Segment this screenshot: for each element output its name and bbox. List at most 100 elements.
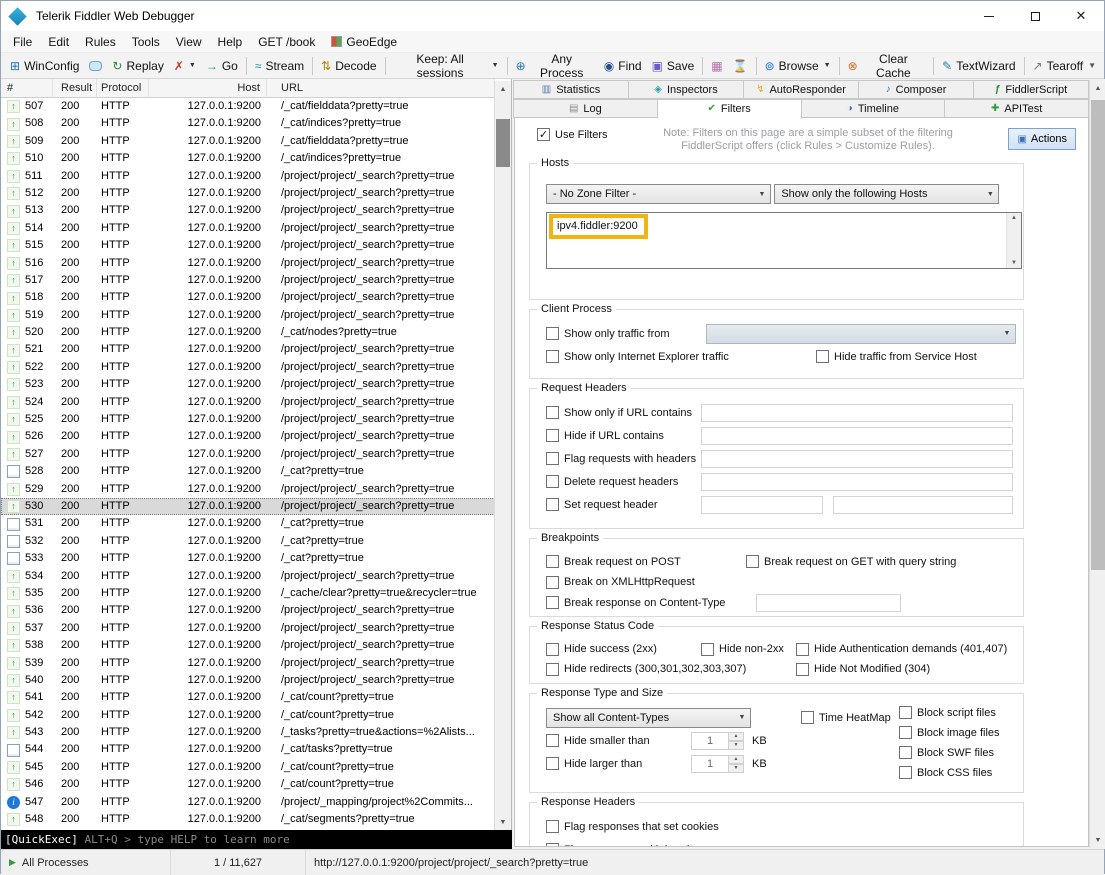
session-row-507[interactable]: ↑507200HTTP127.0.0.1:9200/_cat/fielddata… [1, 98, 495, 115]
session-row-547[interactable]: i547200HTTP127.0.0.1:9200/project/_mappi… [1, 794, 495, 811]
session-row-538[interactable]: ↑538200HTTP127.0.0.1:9200/project/projec… [1, 637, 495, 654]
break-request-post-checkbox[interactable]: Break request on POST [546, 555, 746, 568]
content-type-dropdown[interactable]: Show all Content-Types ▼ [546, 708, 751, 728]
tab-timeline[interactable]: ◑ Timeline [801, 99, 946, 118]
hide-smaller-input[interactable] [691, 732, 729, 750]
tab-statistics[interactable]: ▥ Statistics [513, 80, 629, 99]
break-response-content-type-checkbox[interactable]: Break response on Content-Type [546, 596, 756, 609]
find-button[interactable]: ◉ Find [599, 55, 647, 77]
session-row-521[interactable]: ↑521200HTTP127.0.0.1:9200/project/projec… [1, 341, 495, 358]
block-swf-files-checkbox[interactable]: Block SWF files [899, 746, 1000, 759]
quickexec-bar[interactable]: [QuickExec] ALT+Q > type HELP to learn m… [1, 830, 512, 849]
spin-down-icon[interactable]: ▼ [729, 741, 744, 750]
flag-requests-headers-input[interactable] [701, 450, 1013, 468]
time-heatmap-checkbox[interactable]: Time HeatMap [801, 711, 891, 724]
session-row-534[interactable]: ↑534200HTTP127.0.0.1:9200/project/projec… [1, 568, 495, 585]
session-row-509[interactable]: ↑509200HTTP127.0.0.1:9200/_cat/fielddata… [1, 133, 495, 150]
block-css-files-checkbox[interactable]: Block CSS files [899, 766, 1000, 779]
session-row-531[interactable]: 531200HTTP127.0.0.1:9200/_cat?pretty=tru… [1, 515, 495, 532]
timer-button[interactable]: ⌛ [728, 55, 753, 77]
session-row-523[interactable]: ↑523200HTTP127.0.0.1:9200/project/projec… [1, 376, 495, 393]
scroll-down-icon[interactable]: ▼ [495, 814, 511, 830]
show-only-url-contains-input[interactable] [701, 404, 1013, 422]
set-request-header-name-input[interactable] [701, 496, 823, 514]
column-header-host[interactable]: Host [149, 79, 267, 98]
session-row-524[interactable]: ↑524200HTTP127.0.0.1:9200/project/projec… [1, 394, 495, 411]
process-dropdown[interactable]: ▼ [706, 324, 1016, 344]
set-request-header-value-input[interactable] [833, 496, 1013, 514]
use-filters-checkbox[interactable]: Use Filters [537, 128, 608, 141]
scrollbar-thumb[interactable] [496, 119, 510, 167]
scrollbar-thumb[interactable] [1091, 100, 1105, 570]
session-row-520[interactable]: ↑520200HTTP127.0.0.1:9200/_cat/nodes?pre… [1, 324, 495, 341]
session-row-517[interactable]: ↑517200HTTP127.0.0.1:9200/project/projec… [1, 272, 495, 289]
title-bar[interactable]: Telerik Fiddler Web Debugger ✕ [1, 1, 1104, 31]
keep-sessions-dropdown[interactable]: Keep: All sessions ▼ [389, 55, 504, 77]
session-row-513[interactable]: ↑513200HTTP127.0.0.1:9200/project/projec… [1, 202, 495, 219]
session-row-546[interactable]: ↑546200HTTP127.0.0.1:9200/_cat/count?pre… [1, 776, 495, 793]
screenshot-button[interactable]: ▦ [706, 55, 727, 77]
show-only-ie-traffic-checkbox[interactable]: Show only Internet Explorer traffic [546, 350, 816, 363]
flag-responses-cookies-checkbox[interactable]: Flag responses that set cookies [546, 820, 719, 833]
session-row-519[interactable]: ↑519200HTTP127.0.0.1:9200/project/projec… [1, 307, 495, 324]
winconfig-button[interactable]: ⊞ WinConfig [5, 55, 84, 77]
session-row-532[interactable]: 532200HTTP127.0.0.1:9200/_cat?pretty=tru… [1, 533, 495, 550]
flag-requests-headers-checkbox[interactable]: Flag requests with headers [546, 452, 701, 465]
menu-item-help[interactable]: Help [210, 33, 251, 51]
spin-up-icon[interactable]: ▲ [729, 732, 744, 741]
column-header-result[interactable]: Result [53, 79, 97, 98]
session-row-543[interactable]: ↑543200HTTP127.0.0.1:9200/_tasks?pretty=… [1, 724, 495, 741]
column-header-protocol[interactable]: Protocol [97, 79, 149, 98]
maximize-button[interactable] [1012, 1, 1058, 31]
tab-log[interactable]: ▤ Log [513, 99, 658, 118]
filters-scrollbar[interactable]: ▲ ▼ [1089, 80, 1105, 848]
hide-smaller-than-checkbox[interactable]: Hide smaller than [546, 734, 691, 747]
show-only-url-contains-checkbox[interactable]: Show only if URL contains [546, 406, 701, 419]
session-row-548[interactable]: ↑548200HTTP127.0.0.1:9200/_cat/segments?… [1, 811, 495, 828]
session-row-545[interactable]: ↑545200HTTP127.0.0.1:9200/_cat/count?pre… [1, 759, 495, 776]
save-button[interactable]: ▣ Save [647, 55, 700, 77]
session-row-518[interactable]: ↑518200HTTP127.0.0.1:9200/project/projec… [1, 289, 495, 306]
hosts-textbox[interactable]: ipv4.fiddler:9200 ▲ ▼ [546, 212, 1022, 269]
go-button[interactable]: → Go [201, 55, 243, 77]
hide-not-modified-checkbox[interactable]: Hide Not Modified (304) [796, 663, 930, 676]
scroll-down-icon[interactable]: ▼ [1090, 832, 1105, 848]
session-row-525[interactable]: ↑525200HTTP127.0.0.1:9200/project/projec… [1, 411, 495, 428]
hide-larger-than-checkbox[interactable]: Hide larger than [546, 757, 691, 770]
session-list-scrollbar[interactable]: ▲ ▼ [494, 81, 511, 830]
replay-button[interactable]: ↻ Replay [107, 55, 168, 77]
scroll-down-icon[interactable]: ▼ [1007, 260, 1021, 266]
hide-success-checkbox[interactable]: Hide success (2xx) [546, 643, 701, 656]
menu-item-tools[interactable]: Tools [124, 33, 168, 51]
session-row-533[interactable]: 533200HTTP127.0.0.1:9200/_cat?pretty=tru… [1, 550, 495, 567]
column-header-url[interactable]: URL [267, 79, 495, 98]
block-image-files-checkbox[interactable]: Block image files [899, 726, 1000, 739]
hide-auth-demands-checkbox[interactable]: Hide Authentication demands (401,407) [796, 643, 1007, 656]
tab-composer[interactable]: ♪ Composer [858, 80, 974, 99]
session-row-527[interactable]: ↑527200HTTP127.0.0.1:9200/project/projec… [1, 446, 495, 463]
actions-button[interactable]: ▣ Actions [1008, 128, 1076, 150]
tab-autoresponder[interactable]: ↯ AutoResponder [743, 80, 859, 99]
menu-item-view[interactable]: View [168, 33, 210, 51]
break-xmlhttprequest-checkbox[interactable]: Break on XMLHttpRequest [546, 576, 695, 589]
session-row-541[interactable]: ↑541200HTTP127.0.0.1:9200/_cat/count?pre… [1, 689, 495, 706]
menu-item-file[interactable]: File [5, 33, 40, 51]
menu-item-rules[interactable]: Rules [77, 33, 124, 51]
spin-down-icon[interactable]: ▼ [729, 764, 744, 773]
set-request-header-checkbox[interactable]: Set request header [546, 498, 701, 511]
hide-non-2xx-checkbox[interactable]: Hide non-2xx [701, 643, 796, 656]
break-request-get-checkbox[interactable]: Break request on GET with query string [746, 555, 956, 568]
session-row-512[interactable]: ↑512200HTTP127.0.0.1:9200/project/projec… [1, 185, 495, 202]
spin-up-icon[interactable]: ▲ [729, 755, 744, 764]
session-row-544[interactable]: 544200HTTP127.0.0.1:9200/_cat/tasks?pret… [1, 741, 495, 758]
delete-request-headers-input[interactable] [701, 473, 1013, 491]
session-row-510[interactable]: ↑510200HTTP127.0.0.1:9200/_cat/indices?p… [1, 150, 495, 167]
show-only-traffic-from-checkbox[interactable]: Show only traffic from [546, 327, 706, 340]
session-row-536[interactable]: ↑536200HTTP127.0.0.1:9200/project/projec… [1, 602, 495, 619]
session-row-537[interactable]: ↑537200HTTP127.0.0.1:9200/project/projec… [1, 620, 495, 637]
decode-button[interactable]: ⇅ Decode [316, 55, 381, 77]
session-row-528[interactable]: 528200HTTP127.0.0.1:9200/_cat?pretty=tru… [1, 463, 495, 480]
close-button[interactable]: ✕ [1058, 1, 1104, 31]
stream-button[interactable]: ≈ Stream [250, 55, 309, 77]
scroll-up-icon[interactable]: ▲ [1090, 80, 1105, 96]
